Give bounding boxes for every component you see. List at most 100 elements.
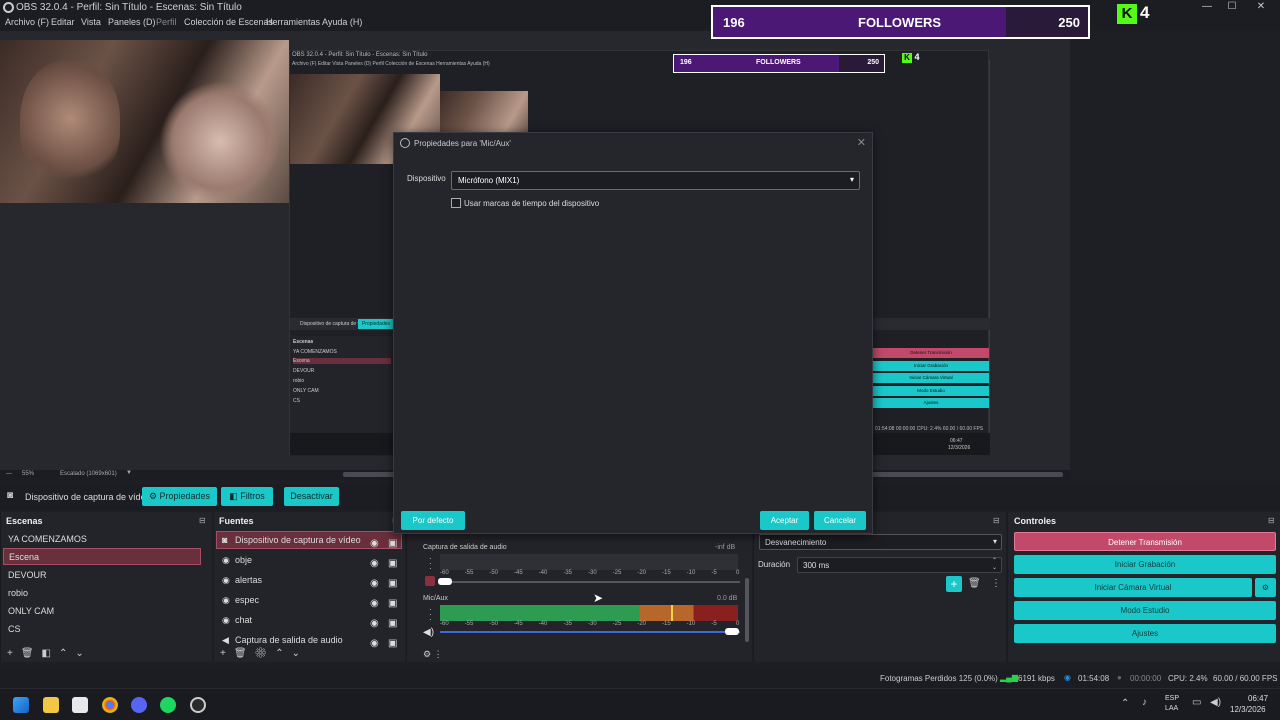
menu-archivo[interactable]: Archivo (F) <box>5 17 49 27</box>
start-recording-button[interactable]: Iniciar Grabación <box>1014 555 1276 574</box>
file-explorer-icon[interactable] <box>43 697 59 713</box>
deactivate-button[interactable]: Desactivar <box>284 487 339 506</box>
timestamps-checkbox[interactable] <box>451 198 461 208</box>
close-icon[interactable]: ✕ <box>857 136 866 149</box>
mixer-tick-label: -35 <box>563 621 572 627</box>
duration-spinbox[interactable]: 300 ms ⌃ ⌄ <box>797 557 1002 573</box>
menu-vista[interactable]: Vista <box>81 17 101 27</box>
menu-herramientas[interactable]: Herramientas <box>266 17 320 27</box>
webcam-person-2 <box>160 80 280 203</box>
stop-stream-button[interactable]: Detener Transmisión <box>1014 532 1276 551</box>
microphone-icon[interactable]: ♪ <box>1142 697 1147 708</box>
dock-undock-icon[interactable]: ⊟ <box>199 516 206 525</box>
scene-item[interactable]: YA COMENZAMOS <box>8 534 87 544</box>
scene-item[interactable]: ONLY CAM <box>8 606 54 616</box>
clock-time[interactable]: 06:47 <box>1248 694 1268 703</box>
cancel-button[interactable]: Cancelar <box>814 511 866 530</box>
spin-arrows-icon[interactable]: ⌃ ⌄ <box>992 558 997 572</box>
filters-button[interactable]: ◧ Filtros <box>221 487 273 506</box>
language-2[interactable]: LAA <box>1165 705 1178 712</box>
dock-undock-icon[interactable]: ⊟ <box>1268 516 1275 525</box>
chevron-down-icon: ▾ <box>849 175 854 184</box>
slider-handle[interactable] <box>725 628 739 635</box>
obs-logo-icon <box>400 138 410 148</box>
dialog-title: Propiedades para 'Mic/Aux' <box>414 139 511 148</box>
source-item[interactable]: Captura de salida de audio <box>235 635 343 645</box>
properties-button[interactable]: ⚙ Propiedades <box>142 487 217 506</box>
menu-coleccion[interactable]: Colección de Escenas <box>184 17 273 27</box>
source-item[interactable]: Dispositivo de captura de vídeo <box>235 535 361 545</box>
store-icon[interactable] <box>72 697 88 713</box>
language-1[interactable]: ESP <box>1165 695 1179 702</box>
timestamps-label[interactable]: Usar marcas de tiempo del dispositivo <box>464 199 599 208</box>
scene-item[interactable]: CS <box>8 624 21 634</box>
studio-mode-button[interactable]: Modo Estudio <box>1014 601 1276 620</box>
tray-chevron-icon[interactable]: ⌃ <box>1121 698 1129 709</box>
spotify-icon[interactable] <box>160 697 176 713</box>
menu-ayuda[interactable]: Ayuda (H) <box>322 17 362 27</box>
menu-perfil[interactable]: Perfil <box>156 17 177 27</box>
source-item[interactable]: chat <box>235 615 252 625</box>
add-transition-button[interactable]: + <box>946 576 962 592</box>
zoom-scaled[interactable]: Escalado (1069x601) <box>60 471 117 477</box>
nested-scene-4: ONLY CAM <box>293 388 319 394</box>
network-icon[interactable]: ▭ <box>1192 697 1201 708</box>
nested-scene-2: DEVOUR <box>293 368 315 374</box>
visibility-eye-icon[interactable]: ◉ ◉ ◉ ◉ ◉ ◉ <box>370 534 379 654</box>
virtual-camera-button[interactable]: Iniciar Cámara Virtual <box>1014 578 1252 597</box>
virtual-camera-settings-icon[interactable]: ⚙ <box>1255 578 1276 597</box>
source-item[interactable]: alertas <box>235 575 262 585</box>
mixer-scrollbar[interactable] <box>745 578 749 642</box>
channel-2-menu-icon[interactable]: · · · <box>429 606 432 624</box>
minimize-button[interactable]: — <box>1198 1 1216 15</box>
scene-item[interactable]: DEVOUR <box>8 570 47 580</box>
zoom-minus[interactable]: — <box>6 471 12 477</box>
dropped-frames: Fotogramas Perdidos 125 (0.0%) <box>880 674 998 683</box>
accept-button[interactable]: Aceptar <box>760 511 809 530</box>
source-item[interactable]: espec <box>235 595 259 605</box>
scenes-dock: Escenas ⊟ YA COMENZAMOS Escena DEVOUR ro… <box>0 512 212 662</box>
delete-icon[interactable]: 🗑 <box>968 578 981 589</box>
speaker-icon[interactable]: ◀) <box>423 627 434 638</box>
mixer-tick-label: 0 <box>736 621 740 627</box>
slider-handle[interactable] <box>438 578 452 585</box>
mixer-tick-label: -60 <box>440 570 449 576</box>
mixer-tick-label: -45 <box>514 570 523 576</box>
properties-label: Propiedades <box>159 491 211 501</box>
settings-button[interactable]: Ajustes <box>1014 624 1276 643</box>
transition-select[interactable]: Desvanecimiento ▾ <box>759 534 1002 550</box>
mixer-settings-icon[interactable]: ⚙ ⋮ <box>423 649 443 660</box>
channel-1-menu-icon[interactable]: · · · <box>429 555 432 573</box>
mute-icon[interactable] <box>425 576 435 586</box>
lock-icon[interactable]: ▣ ▣ ▣ ▣ ▣ ▣ <box>388 534 397 654</box>
source-item[interactable]: obje <box>235 555 252 565</box>
maximize-button[interactable]: ☐ <box>1223 1 1241 15</box>
mixer-channel-1-slider[interactable] <box>440 581 740 583</box>
obs-taskbar-icon[interactable] <box>190 697 206 713</box>
nested-scene-3: robio <box>293 378 305 384</box>
windows-start-icon[interactable] <box>13 697 29 713</box>
source-toolbar[interactable]: +🗑⚙⌃⌄ <box>220 648 308 659</box>
mixer-channel-2-slider[interactable] <box>440 631 740 633</box>
defaults-button[interactable]: Por defecto <box>401 511 465 530</box>
mixer-tick-label: -20 <box>637 570 646 576</box>
scene-item-selected[interactable]: Escena <box>3 548 201 565</box>
more-menu-icon[interactable]: ⋮ <box>991 578 1001 589</box>
volume-icon[interactable]: ◀) <box>1210 697 1221 708</box>
followers-goal: 250 <box>1058 15 1080 30</box>
zoom-dropdown-icon[interactable]: ▼ <box>126 470 132 476</box>
clock-date[interactable]: 12/3/2026 <box>1230 705 1266 714</box>
scene-toolbar[interactable]: +🗑◧⌃⌄ <box>7 648 92 659</box>
menu-paneles[interactable]: Paneles (D) <box>108 17 156 27</box>
chrome-icon[interactable] <box>102 697 118 713</box>
close-button[interactable]: ✕ <box>1252 1 1270 15</box>
mixer-tick-label: -40 <box>538 570 548 576</box>
chevron-down-icon: ▾ <box>992 537 997 546</box>
transition-value: Desvanecimiento <box>765 538 827 547</box>
menu-editar[interactable]: Editar <box>51 17 75 27</box>
dock-undock-icon[interactable]: ⊟ <box>993 516 1000 525</box>
scene-item[interactable]: robio <box>8 588 28 598</box>
scenes-title: Escenas <box>6 516 43 526</box>
discord-icon[interactable] <box>131 697 147 713</box>
device-select[interactable]: Micrófono (MIX1) ▾ <box>451 171 860 190</box>
